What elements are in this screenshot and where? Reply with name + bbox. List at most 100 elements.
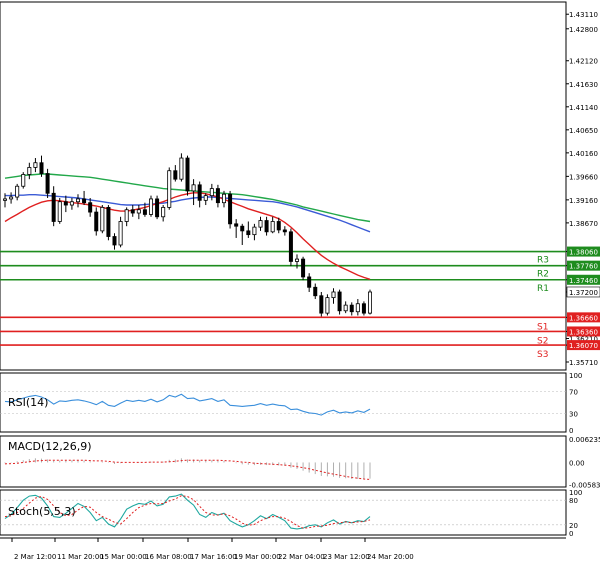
chart-svg: 1.431101.428001.421201.416301.411401.406…	[0, 0, 600, 566]
level-price-label: 1.38060	[569, 249, 598, 257]
candle-body-up	[125, 210, 128, 222]
candle-body-up	[34, 163, 37, 168]
candle-body-down	[64, 202, 67, 205]
candle-body-down	[301, 259, 304, 277]
candle-body-down	[40, 163, 43, 174]
candle-body-down	[235, 224, 238, 226]
candle-body-up	[3, 199, 6, 200]
candle-body-down	[308, 277, 311, 287]
main-y-tick-label: 1.42800	[569, 26, 598, 34]
candle-body-down	[113, 237, 116, 245]
main-y-tick-label: 1.41630	[569, 81, 598, 89]
candle-body-up	[168, 171, 171, 208]
rsi-y-tick-label: 30	[569, 411, 578, 419]
candle-body-up	[204, 196, 207, 201]
level-price-label: 1.36070	[569, 342, 598, 350]
stoch-y-tick-label: 0	[569, 530, 573, 538]
candle-body-up	[222, 194, 225, 202]
candle-body-down	[338, 292, 341, 311]
candle-body-up	[180, 158, 183, 179]
x-tick-label: 15 Mar 00:00	[100, 553, 147, 561]
x-tick-label: 19 Mar 00:00	[234, 553, 281, 561]
candle-body-up	[271, 221, 274, 231]
candle-body-down	[198, 185, 201, 201]
candle-body-up	[119, 221, 122, 244]
candle-body-down	[155, 199, 158, 217]
candle-body-up	[76, 199, 79, 202]
main-y-tick-label: 1.40650	[569, 127, 598, 135]
candle-body-down	[174, 171, 177, 179]
candle-body-down	[82, 199, 85, 203]
main-y-tick-label: 1.40160	[569, 150, 598, 158]
main-y-tick-label: 1.39160	[569, 197, 598, 205]
candle-body-up	[210, 189, 213, 196]
level-name-r1: R1	[537, 284, 549, 294]
candle-body-up	[326, 298, 329, 314]
candle-body-up	[332, 292, 335, 298]
level-price-label: 1.37760	[569, 263, 598, 271]
candle-body-down	[241, 226, 244, 231]
candle-body-down	[89, 203, 92, 212]
candle-body-down	[186, 158, 189, 191]
candle-body-up	[295, 259, 298, 261]
candle-body-down	[143, 210, 146, 215]
candle-body-down	[320, 296, 323, 313]
candle-body-down	[107, 207, 110, 236]
candle-body-up	[368, 292, 371, 313]
candle-body-up	[149, 199, 152, 215]
macd-title: MACD(12,26,9)	[8, 440, 92, 453]
stoch-y-tick-label: 20	[569, 522, 578, 530]
candle-body-up	[137, 210, 140, 213]
level-name-r2: R2	[537, 270, 549, 280]
candle-body-down	[247, 231, 250, 235]
candle-body-down	[350, 305, 353, 312]
candle-body-up	[16, 186, 19, 197]
candle-body-down	[362, 304, 365, 313]
rsi-title: RSI(14)	[8, 396, 48, 409]
candle-body-up	[162, 207, 165, 216]
main-y-tick-label: 1.35710	[569, 359, 598, 367]
candle-body-down	[46, 174, 49, 194]
candle-body-up	[192, 185, 195, 191]
main-y-tick-label: 1.39660	[569, 173, 598, 181]
candle-body-up	[344, 305, 347, 311]
x-tick-label: 17 Mar 16:00	[190, 553, 237, 561]
main-y-tick-label: 1.38670	[569, 220, 598, 228]
candle-body-down	[314, 287, 317, 295]
stoch-title: Stoch(5,5,3)	[8, 505, 76, 518]
level-name-s3: S3	[537, 350, 548, 360]
candle-body-up	[259, 221, 262, 228]
level-price-label: 1.36660	[569, 314, 598, 322]
candle-body-down	[289, 232, 292, 262]
candle-body-up	[101, 207, 104, 230]
level-name-r3: R3	[537, 256, 549, 266]
candle-body-up	[28, 167, 31, 174]
x-tick-label: 16 Mar 08:00	[145, 553, 192, 561]
x-tick-label: 22 Mar 04:00	[278, 553, 325, 561]
candle-body-up	[356, 304, 359, 312]
candle-body-up	[58, 202, 61, 222]
candle-body-down	[52, 193, 55, 221]
rsi-y-tick-label: 100	[569, 372, 582, 380]
candle-body-down	[216, 189, 219, 203]
candle-body-down	[228, 194, 231, 224]
candle-body-down	[277, 221, 280, 229]
candle-body-down	[265, 221, 268, 232]
main-y-tick-label: 1.43110	[569, 11, 598, 19]
x-tick-label: 2 Mar 12:00	[14, 553, 56, 561]
candle-body-down	[95, 212, 98, 231]
candle-body-up	[22, 174, 25, 186]
main-y-tick-label: 1.42120	[569, 58, 598, 66]
rsi-y-tick-label: 70	[569, 389, 578, 397]
level-price-label: 1.36360	[569, 328, 598, 336]
rsi-y-tick-label: 0	[569, 427, 573, 435]
chart-background	[0, 0, 600, 566]
stoch-y-tick-label: 100	[569, 489, 582, 497]
candle-body-up	[70, 202, 73, 205]
macd-y-tick-label: 0.00	[569, 459, 585, 467]
chart: 1.431101.428001.421201.416301.411401.406…	[0, 0, 600, 566]
stoch-y-tick-label: 80	[569, 497, 578, 505]
x-tick-label: 23 Mar 12:00	[323, 553, 370, 561]
macd-y-tick-label: 0.006235	[569, 436, 600, 444]
candle-body-down	[283, 230, 286, 232]
